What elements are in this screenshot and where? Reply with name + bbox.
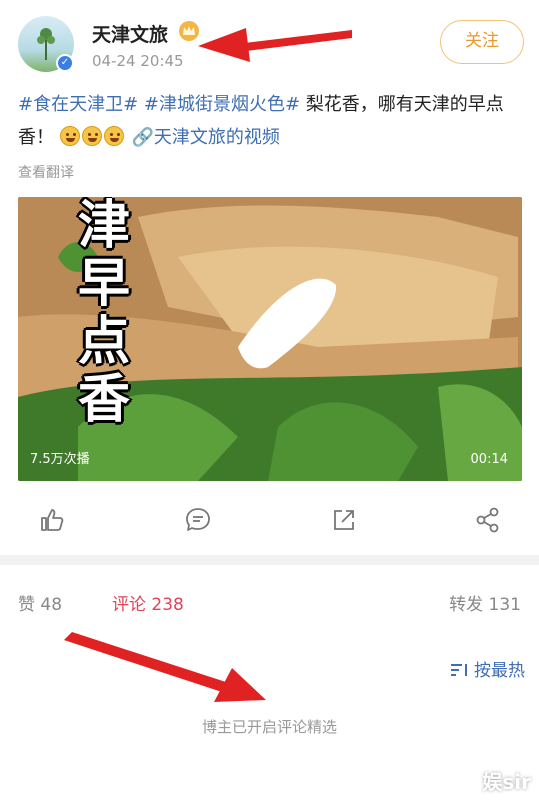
red-arrow-bottom (64, 632, 266, 702)
video-view-count: 7.5万次播 (30, 452, 90, 467)
author-name[interactable]: 天津文旅 (92, 20, 168, 47)
video-duration: 00:14 (470, 452, 508, 467)
likes-tab[interactable]: 赞 48 (18, 590, 62, 615)
thumbs-up-icon[interactable] (38, 506, 66, 534)
post-body-2: 香！ (18, 127, 54, 148)
post-card: ✓ 天津文旅 04-24 20:45 关注 #食在天津卫# #津城街景烟火色# … (0, 0, 539, 555)
follow-button[interactable]: 关注 (440, 20, 524, 64)
comment-filter-notice: 博主已开启评论精选 (201, 718, 337, 736)
video-player[interactable]: 津早点香 7.5万次播 00:14 (18, 197, 522, 481)
crown-badge-icon (179, 21, 199, 41)
post-body-1: 梨花香，哪有天津的早点 (305, 94, 504, 115)
share-edit-icon[interactable] (330, 506, 358, 534)
share-icon[interactable] (474, 506, 502, 534)
post-text: #食在天津卫# #津城街景烟火色# 梨花香，哪有天津的早点香！ 🔗天津文旅的视频 (18, 88, 526, 154)
sort-button[interactable]: 按最热 (450, 656, 525, 681)
comments-tab[interactable]: 评论 238 (112, 590, 184, 615)
action-bar (0, 500, 539, 540)
smile-emoji-icon (59, 126, 80, 146)
stats-bar: 赞 48 评论 238 转发 131 (0, 590, 539, 622)
verified-badge-icon: ✓ (56, 54, 74, 72)
translate-link[interactable]: 查看翻译 (18, 162, 74, 182)
avatar-plant-icon (37, 28, 55, 60)
sort-icon (451, 664, 467, 676)
video-link[interactable]: 🔗天津文旅的视频 (131, 127, 279, 148)
smile-emoji-icon (103, 126, 124, 146)
link-icon: 🔗 (131, 127, 154, 148)
post-time: 04-24 20:45 (92, 52, 184, 70)
smile-emoji-icon (81, 126, 102, 146)
watermark-logo: 娱sir (482, 770, 531, 794)
section-divider (0, 555, 539, 565)
reposts-tab[interactable]: 转发 131 (449, 590, 521, 615)
video-overlay-title: 津早点香 (78, 197, 131, 430)
sort-label: 按最热 (474, 661, 525, 681)
comment-icon[interactable] (184, 506, 212, 534)
hashtag-food[interactable]: #食在天津卫# (18, 94, 138, 115)
hashtag-street[interactable]: #津城街景烟火色# (144, 94, 300, 115)
